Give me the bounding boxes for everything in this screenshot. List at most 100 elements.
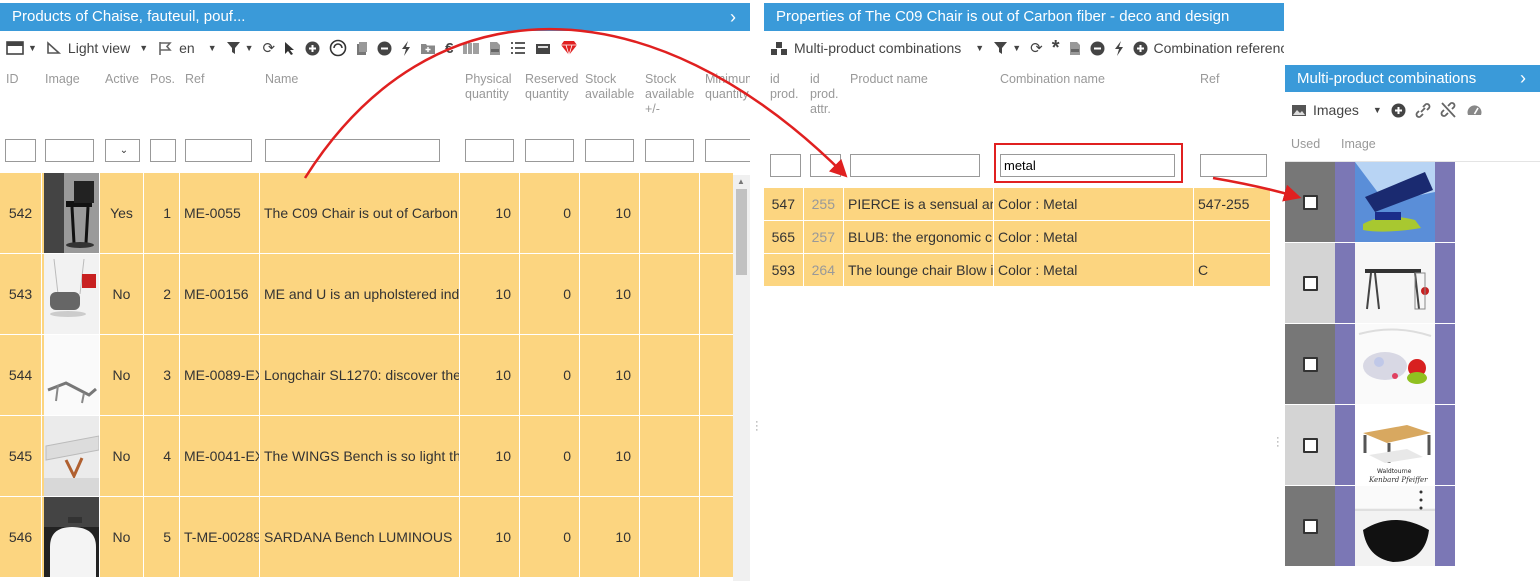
product-thumbnail[interactable] — [44, 416, 99, 496]
col-header-physical-quantity[interactable]: Physical quantity — [465, 72, 521, 102]
filter-ref[interactable] — [1200, 154, 1267, 177]
col-header-id-prod[interactable]: id prod. — [770, 72, 806, 102]
filter-id-prod-attr[interactable] — [810, 154, 841, 177]
quick-action-button[interactable] — [1114, 40, 1124, 56]
combination-thumbnail[interactable] — [1355, 486, 1435, 566]
filter-product-name[interactable] — [850, 154, 980, 177]
quick-action-button[interactable] — [401, 40, 411, 56]
filter-id[interactable] — [5, 139, 36, 162]
col-header-active[interactable]: Active — [105, 72, 139, 87]
filter-image[interactable] — [45, 139, 94, 162]
filter-minimum-quantity[interactable] — [705, 139, 750, 162]
remove-button[interactable] — [377, 41, 392, 56]
col-header-combination-name[interactable]: Combination name — [1000, 72, 1105, 87]
filter-button[interactable]: ▼ — [226, 41, 254, 55]
col-header-ref[interactable]: Ref — [185, 72, 204, 87]
combination-thumbnail[interactable] — [1355, 324, 1435, 404]
product-thumbnail[interactable] — [44, 335, 99, 415]
select-button[interactable] — [284, 41, 296, 56]
table-row[interactable]: 565 257 BLUB: the ergonomic c Color : Metal — [764, 221, 1270, 254]
table-row[interactable]: 547 255 PIERCE is a sensual ar Color : Meta… — [764, 188, 1270, 221]
list-item[interactable] — [1285, 162, 1455, 242]
filter-stock-available-delta[interactable] — [645, 139, 694, 162]
filter-combination-name[interactable] — [1000, 154, 1175, 177]
combination-thumbnail[interactable] — [1355, 243, 1435, 323]
col-header-image[interactable]: Image — [1341, 137, 1376, 152]
filter-reserved-quantity[interactable] — [525, 139, 574, 162]
splitter-handle-1[interactable]: · · · — [755, 417, 761, 436]
filter-physical-quantity[interactable] — [465, 139, 514, 162]
collapse-chevron-icon[interactable]: › — [730, 3, 736, 31]
add-button[interactable] — [1391, 103, 1406, 118]
price-button[interactable]: € — [445, 41, 453, 56]
col-header-image[interactable]: Image — [45, 72, 80, 87]
inbox-button[interactable] — [535, 42, 551, 55]
used-checkbox[interactable] — [1302, 194, 1318, 210]
multi-product-combinations-button[interactable]: Multi-product combinations ▼ — [770, 40, 984, 56]
col-header-stock-available[interactable]: Stock available — [585, 72, 641, 102]
col-header-pos[interactable]: Pos. — [150, 72, 175, 87]
table-row[interactable]: 593 264 The lounge chair Blow i Color : Met… — [764, 254, 1270, 287]
combination-thumbnail[interactable] — [1355, 162, 1435, 242]
products-scrollbar[interactable]: ▲ — [733, 175, 750, 581]
sync-button[interactable] — [329, 39, 347, 57]
table-row[interactable]: 542 Yes 1 ME-0055 The C09 Chair is out of Ca… — [0, 173, 733, 254]
table-row[interactable]: 544 No 3 ME-0089-EX Longchair SL1270: discov… — [0, 335, 733, 416]
premium-button[interactable] — [560, 40, 578, 56]
images-button[interactable]: Images ▼ — [1291, 102, 1382, 118]
filter-button[interactable]: ▼ — [993, 41, 1021, 55]
collapse-chevron-icon[interactable]: › — [1520, 65, 1526, 92]
add-button[interactable] — [305, 41, 320, 56]
combinations-panel-header[interactable]: Multi-product combinations › — [1285, 65, 1540, 92]
filter-id-prod[interactable] — [770, 154, 801, 177]
table-row[interactable]: 543 No 2 ME-00156 ME and U is an upholstered… — [0, 254, 733, 335]
col-header-ref[interactable]: Ref — [1200, 72, 1219, 87]
product-thumbnail[interactable] — [44, 497, 99, 577]
filter-pos[interactable] — [150, 139, 176, 162]
table-row[interactable]: 546 No 5 T-ME-00289 SARDANA Bench LUMINOUS 10… — [0, 497, 733, 578]
add-category-button[interactable] — [420, 42, 436, 55]
refresh-button[interactable]: ⟳ — [263, 41, 276, 56]
filter-active-select[interactable]: ⌄ — [105, 139, 140, 162]
used-checkbox[interactable] — [1302, 437, 1318, 453]
list-item[interactable] — [1285, 243, 1455, 323]
col-header-used[interactable]: Used — [1291, 137, 1320, 152]
unlink-button[interactable] — [1440, 102, 1457, 118]
copy-button[interactable] — [356, 41, 368, 56]
filter-ref[interactable] — [185, 139, 252, 162]
combination-references-button[interactable]: Combination references▼ — [1133, 40, 1284, 56]
refresh-button[interactable]: ⟳ — [1030, 41, 1043, 56]
dashboard-button[interactable] — [1466, 103, 1483, 117]
grid-menu-button[interactable]: ▼ — [6, 41, 37, 55]
combination-thumbnail[interactable]: Waldtourne Kenbard Pfeiffer — [1355, 405, 1435, 485]
used-checkbox[interactable] — [1302, 518, 1318, 534]
scrollbar-thumb[interactable] — [736, 189, 747, 275]
light-view-button[interactable]: Light view ▼ — [46, 40, 148, 56]
used-checkbox[interactable] — [1302, 356, 1318, 372]
col-header-id[interactable]: ID — [6, 72, 19, 87]
col-header-id-prod-attr[interactable]: id prod. attr. — [810, 72, 846, 117]
col-header-stock-available-delta[interactable]: Stock available +/- — [645, 72, 701, 117]
list-item[interactable] — [1285, 486, 1455, 566]
scroll-up-icon[interactable]: ▲ — [737, 177, 745, 186]
products-panel-header[interactable]: Products of Chaise, fauteuil, pouf... › — [0, 3, 750, 31]
col-header-minimum-quantity[interactable]: Minimum quantity — [705, 72, 750, 102]
filter-stock-available[interactable] — [585, 139, 634, 162]
asterisk-button[interactable]: * — [1052, 38, 1060, 58]
csv-export-button[interactable] — [1069, 41, 1081, 56]
product-thumbnail[interactable] — [44, 254, 99, 334]
product-thumbnail[interactable] — [44, 173, 99, 253]
barcode-button[interactable] — [462, 41, 480, 56]
list-item[interactable]: Waldtourne Kenbard Pfeiffer — [1285, 405, 1455, 485]
language-button[interactable]: en ▼ — [157, 40, 217, 56]
splitter-handle-2[interactable]: · · · — [1276, 433, 1282, 452]
col-header-reserved-quantity[interactable]: Reserved quantity — [525, 72, 583, 102]
col-header-name[interactable]: Name — [265, 72, 298, 87]
csv-export-button[interactable] — [489, 41, 501, 56]
link-button[interactable] — [1415, 102, 1431, 118]
used-checkbox[interactable] — [1302, 275, 1318, 291]
properties-panel-header[interactable]: Properties of The C09 Chair is out of Ca… — [764, 3, 1284, 31]
filter-name[interactable] — [265, 139, 440, 162]
remove-button[interactable] — [1090, 41, 1105, 56]
col-header-product-name[interactable]: Product name — [850, 72, 928, 87]
